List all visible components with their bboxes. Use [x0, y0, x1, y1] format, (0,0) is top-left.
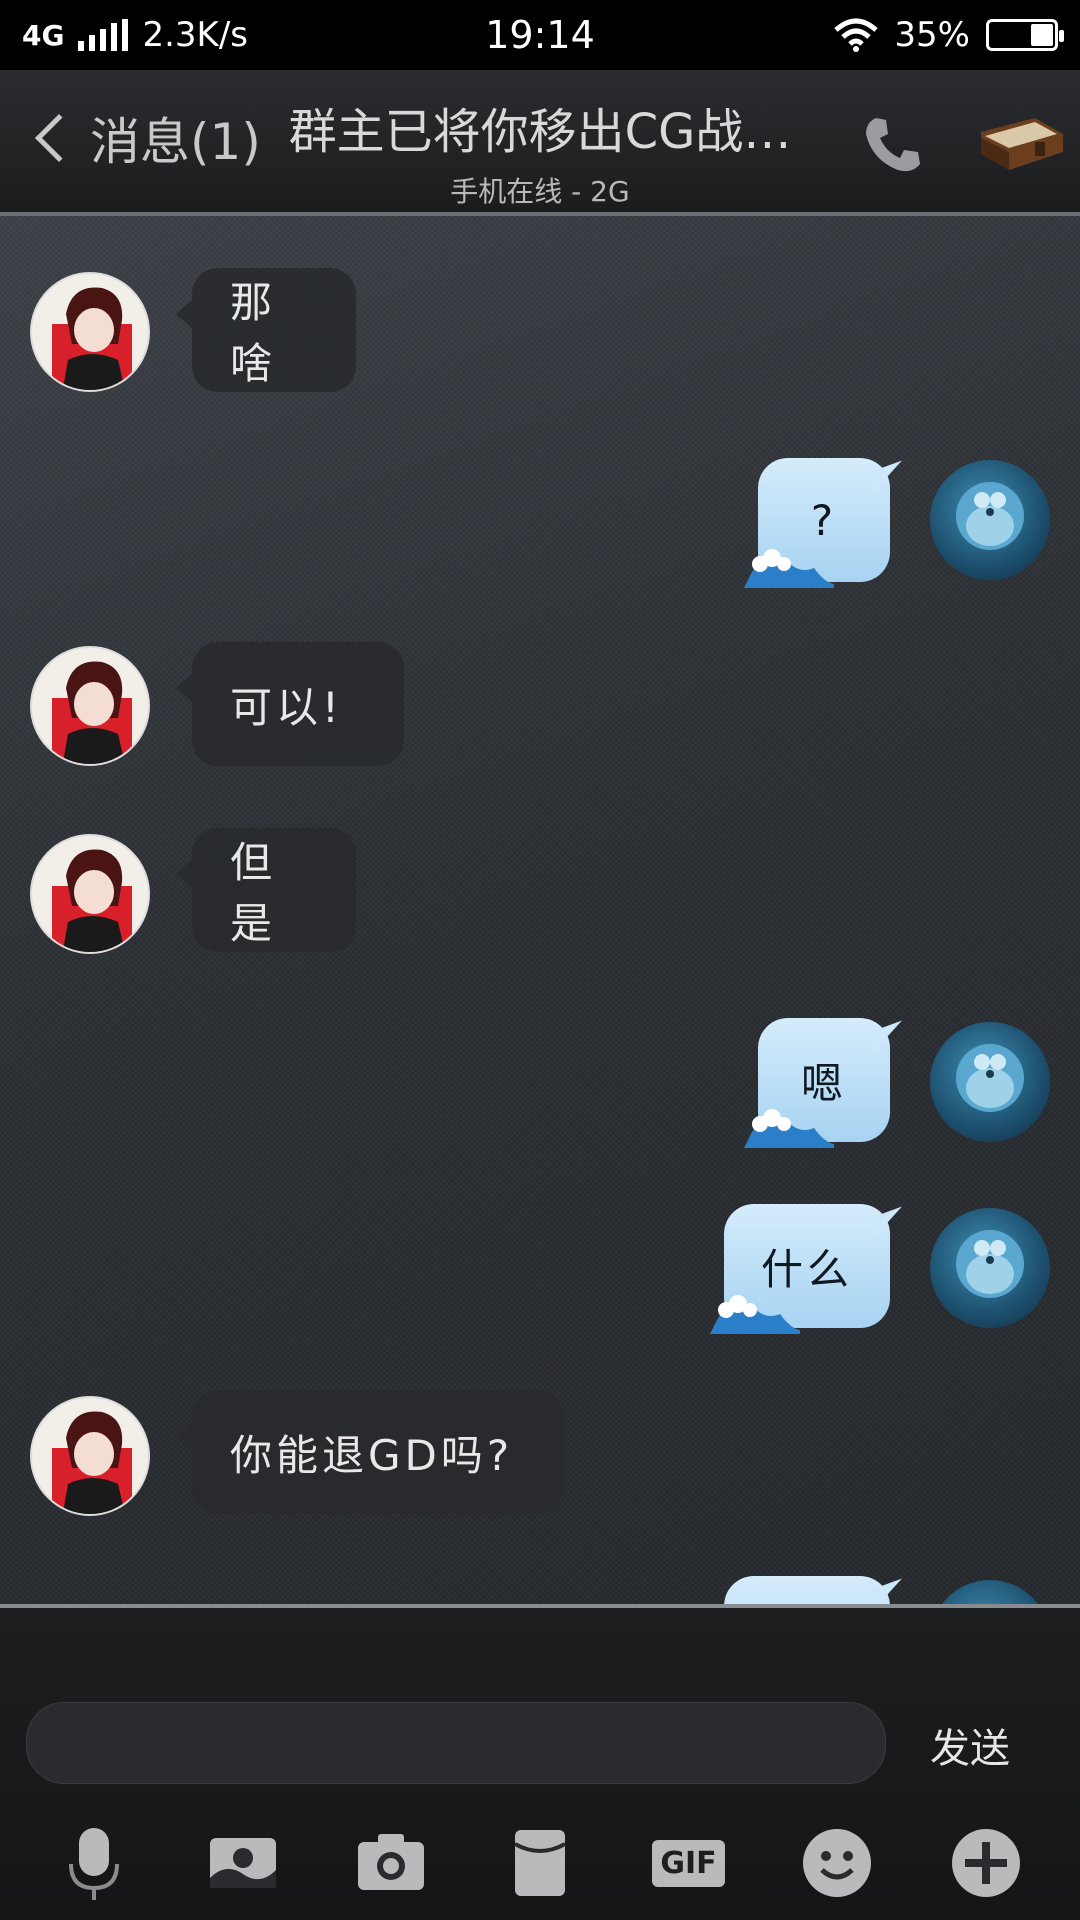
toolbar: GIF — [0, 1808, 1080, 1918]
battery-icon: ⚡ — [986, 19, 1064, 51]
avatar[interactable] — [30, 272, 150, 392]
message-bubble[interactable]: 你能退GD吗? — [176, 1390, 564, 1514]
message-bubble[interactable] — [724, 1576, 890, 1604]
avatar[interactable] — [30, 1396, 150, 1516]
network-type: 4G — [22, 18, 65, 52]
avatar[interactable] — [30, 834, 150, 954]
chat-title: 群主已将你移出CG战… — [288, 104, 792, 160]
chat-header: 消息(1) 群主已将你移出CG战… 手机在线 - 2G — [0, 70, 1080, 216]
message-text: 那啥 — [230, 278, 277, 388]
avatar[interactable] — [930, 1022, 1050, 1142]
message-bubble[interactable]: 那啥 — [176, 268, 356, 392]
message-text: 但是 — [230, 838, 277, 948]
back-button[interactable]: 消息(1) — [28, 102, 261, 174]
status-bar: 4G 2.3K/s 19:14 35% ⚡ — [0, 0, 1080, 70]
camera-icon[interactable] — [352, 1824, 430, 1902]
message-bubble[interactable]: 但是 — [176, 828, 356, 952]
chat-subtitle: 手机在线 - 2G — [450, 175, 630, 208]
emoji-icon[interactable] — [798, 1824, 876, 1902]
avatar[interactable] — [930, 1580, 1050, 1604]
wave-decoration-icon — [744, 549, 834, 588]
message-bubble[interactable]: 可以! — [176, 642, 404, 766]
red-packet-icon[interactable] — [501, 1824, 579, 1902]
message-input-field[interactable] — [27, 1703, 885, 1783]
composer: 发送 GIF — [0, 1604, 1080, 1920]
back-chevron-icon — [34, 113, 84, 163]
message-input[interactable] — [26, 1702, 886, 1784]
microphone-icon[interactable] — [55, 1824, 133, 1902]
chat-title-area[interactable]: 群主已将你移出CG战… 手机在线 - 2G — [270, 92, 810, 210]
plus-icon[interactable] — [947, 1824, 1025, 1902]
back-label: 消息(1) — [90, 113, 261, 171]
gif-label: GIF — [652, 1839, 725, 1887]
chat-area[interactable]: 那啥 ? 可以! 但是 嗯 什么 你能退GD吗? — [0, 216, 1080, 1604]
send-button[interactable]: 发送 — [930, 1716, 1010, 1774]
message-text: 可以! — [230, 682, 343, 732]
avatar[interactable] — [30, 646, 150, 766]
book-icon[interactable] — [975, 112, 1067, 180]
message-bubble[interactable]: 嗯 — [744, 1018, 890, 1148]
battery-percent: 35% — [894, 15, 970, 55]
avatar[interactable] — [930, 460, 1050, 580]
phone-icon[interactable] — [862, 114, 924, 176]
signal-icon — [78, 19, 129, 51]
image-icon[interactable] — [204, 1824, 282, 1902]
message-text: 你能退GD吗? — [230, 1430, 514, 1480]
wifi-icon — [834, 18, 879, 52]
gif-icon[interactable]: GIF — [650, 1824, 728, 1902]
wave-decoration-icon — [744, 1109, 834, 1148]
message-bubble[interactable]: 什么 — [710, 1204, 890, 1334]
wave-decoration-icon — [710, 1295, 800, 1334]
network-speed: 2.3K/s — [142, 15, 249, 55]
avatar[interactable] — [930, 1208, 1050, 1328]
message-bubble[interactable]: ? — [744, 458, 890, 588]
